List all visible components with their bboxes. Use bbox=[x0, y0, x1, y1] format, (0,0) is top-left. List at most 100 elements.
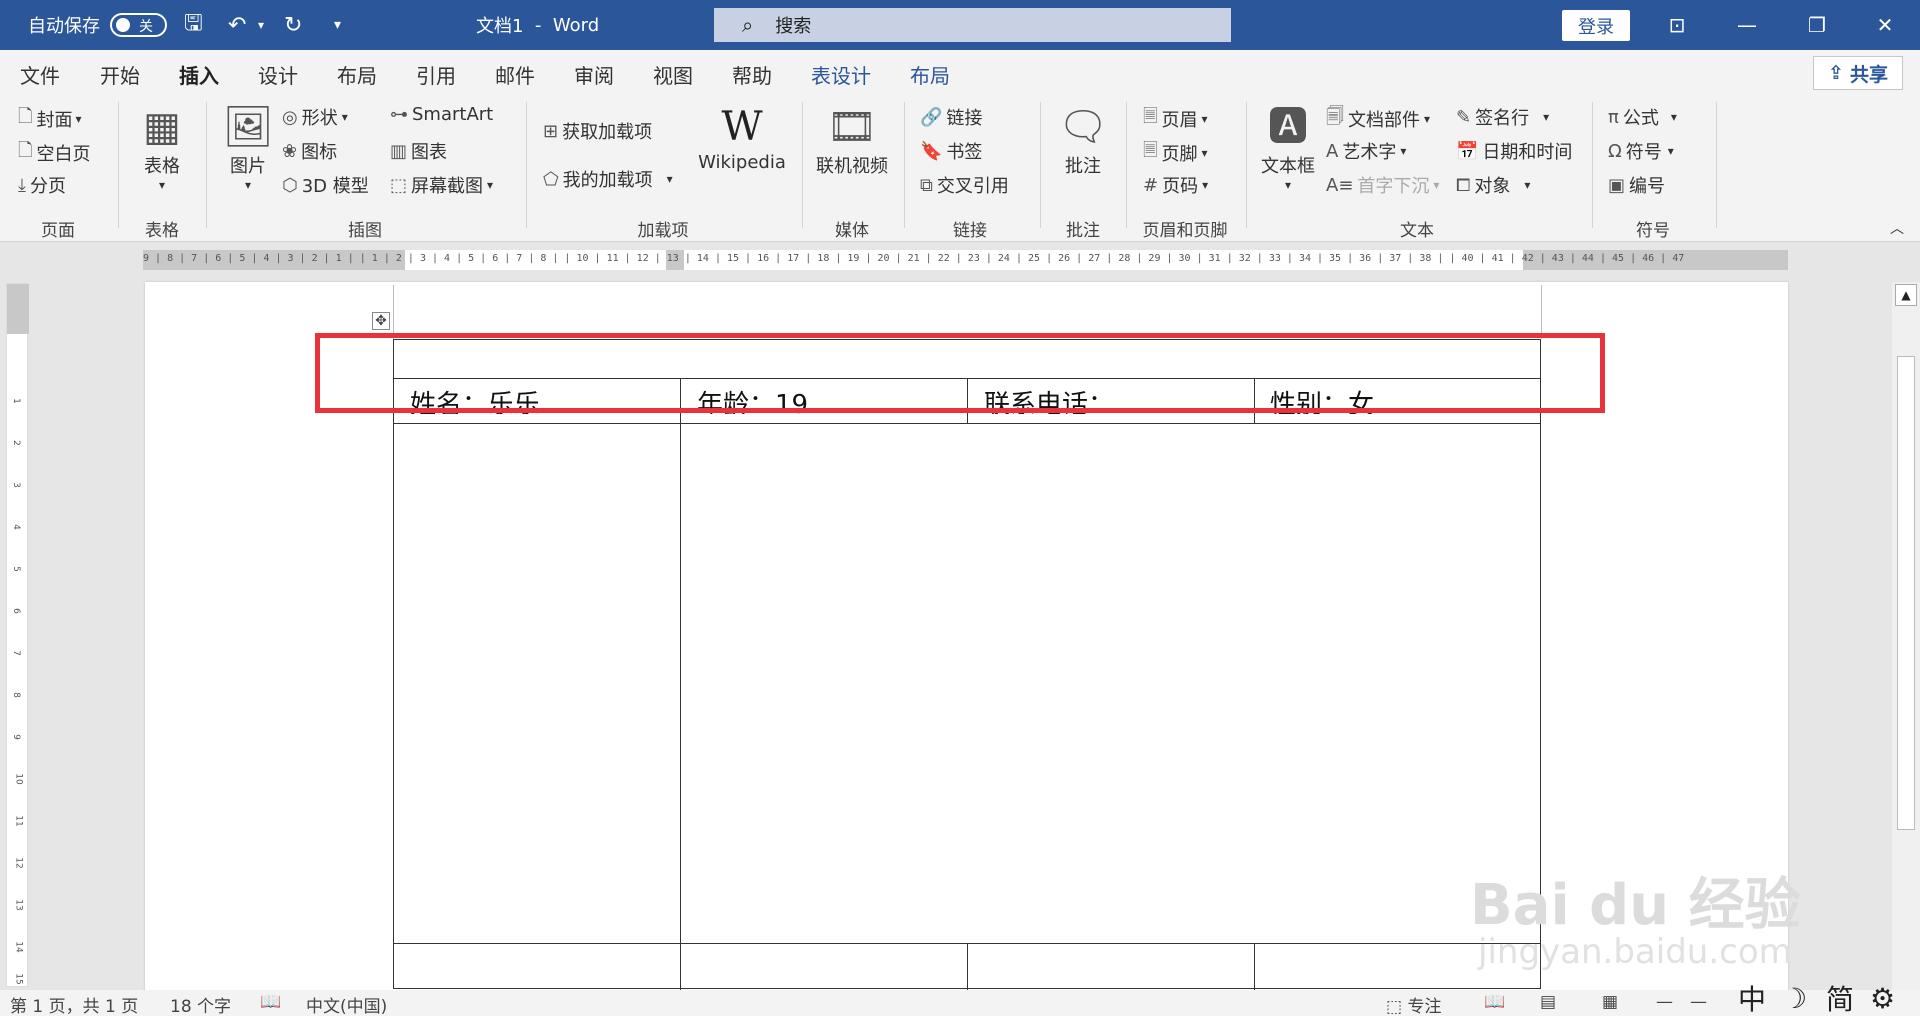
comment-button[interactable]: 🗨 批注 bbox=[1055, 102, 1111, 178]
cross-reference-icon: ⧉ bbox=[920, 174, 933, 196]
signature-line-label: 签名行 bbox=[1475, 108, 1530, 129]
tab-home[interactable]: 开始 bbox=[100, 60, 140, 89]
horizontal-ruler[interactable]: 9 | 8 | 7 | 6 | 5 | 4 | 3 | 2 | 1 | | 1 … bbox=[143, 250, 1788, 270]
restore-icon[interactable]: ❐ bbox=[1782, 0, 1852, 50]
group-tables-label: 表格 bbox=[145, 221, 179, 241]
zoom-out-icon[interactable]: — bbox=[1656, 992, 1673, 1012]
document-table[interactable]: 姓名：乐乐 年龄：19 联系电话： 性别：女 bbox=[393, 339, 1541, 990]
smartart-icon: ⊶ bbox=[390, 104, 408, 125]
collapse-ribbon-icon[interactable]: ︿ bbox=[1890, 218, 1904, 238]
tab-references[interactable]: 引用 bbox=[416, 60, 456, 89]
save-icon[interactable]: 🖫 bbox=[184, 0, 203, 50]
group-media-label: 媒体 bbox=[835, 221, 869, 241]
drop-cap-button[interactable]: A≡ 首字下沉 ▾ bbox=[1326, 172, 1439, 198]
scroll-up-icon[interactable]: ▲ bbox=[1895, 284, 1917, 306]
tab-table-layout[interactable]: 布局 bbox=[910, 60, 950, 89]
cover-page-button[interactable]: 🗋 封面 ▾ bbox=[18, 104, 82, 134]
group-header-footer-label: 页眉和页脚 bbox=[1142, 221, 1228, 241]
page-number-button[interactable]: # 页码 ▾ bbox=[1143, 172, 1208, 198]
group-addins-label: 加载项 bbox=[637, 221, 689, 241]
shapes-button[interactable]: ◎ 形状 ▾ bbox=[282, 104, 348, 130]
textbox-button[interactable]: 🅰 文本框 ▾ bbox=[1258, 102, 1318, 192]
chart-button[interactable]: ▥ 图表 bbox=[390, 138, 447, 164]
tab-view[interactable]: 视图 bbox=[653, 60, 693, 89]
screenshot-button[interactable]: ⬚ 屏幕截图 ▾ bbox=[390, 172, 493, 198]
page-break-button[interactable]: ⤓ 分页 bbox=[18, 172, 66, 198]
moon-icon[interactable]: ☽ bbox=[1782, 980, 1807, 1016]
group-links-label: 链接 bbox=[953, 221, 987, 241]
link-button[interactable]: 🔗 链接 bbox=[920, 104, 982, 130]
tab-mailings[interactable]: 邮件 bbox=[495, 60, 535, 89]
gear-icon[interactable]: ⚙ bbox=[1870, 980, 1895, 1016]
focus-mode-button[interactable]: ⬚ 专注 bbox=[1386, 992, 1441, 1016]
footer-button[interactable]: 🗏 页脚 ▾ bbox=[1143, 138, 1208, 168]
blank-page-button[interactable]: 🗋 空白页 bbox=[18, 138, 90, 168]
undo-dropdown-icon[interactable]: ▾ bbox=[258, 0, 264, 50]
table-move-handle-icon[interactable]: ✥ bbox=[372, 312, 390, 330]
login-button[interactable]: 登录 bbox=[1562, 10, 1630, 41]
ime-simplified[interactable]: 简 bbox=[1826, 980, 1854, 1016]
scrollbar-thumb[interactable] bbox=[1897, 356, 1915, 830]
date-time-button[interactable]: 📅 日期和时间 bbox=[1456, 138, 1572, 164]
object-button[interactable]: ⧠ 对象 ▾ bbox=[1456, 172, 1530, 198]
redo-icon[interactable]: ↻ bbox=[284, 0, 302, 50]
pi-icon: π bbox=[1608, 106, 1619, 128]
ribbon-display-icon[interactable]: ⊡ bbox=[1642, 0, 1712, 50]
read-mode-icon[interactable]: 📖 bbox=[1484, 992, 1505, 1012]
customize-qat-icon[interactable]: ▾ bbox=[334, 0, 341, 50]
vruler-number: 11 bbox=[13, 815, 24, 827]
bookmark-button[interactable]: 🔖 书签 bbox=[920, 138, 982, 164]
quick-parts-button[interactable]: 🗐 文档部件 ▾ bbox=[1326, 104, 1430, 134]
chart-icon: ▥ bbox=[390, 140, 408, 162]
autosave-toggle[interactable]: 关 bbox=[110, 13, 167, 37]
language-status[interactable]: 中文(中国) bbox=[306, 992, 387, 1016]
icons-label: 图标 bbox=[301, 142, 338, 163]
tab-review[interactable]: 审阅 bbox=[574, 60, 614, 89]
icons-button[interactable]: ❀ 图标 bbox=[282, 138, 337, 164]
vruler-number: 9 bbox=[10, 734, 21, 740]
symbol-button[interactable]: Ω 符号 ▾ bbox=[1608, 138, 1674, 164]
zoom-slider[interactable]: — bbox=[1690, 992, 1707, 1012]
smartart-button[interactable]: ⊶ SmartArt bbox=[390, 104, 493, 125]
tab-insert[interactable]: 插入 bbox=[179, 60, 219, 97]
web-layout-icon[interactable]: ▦ bbox=[1602, 992, 1618, 1012]
tab-help[interactable]: 帮助 bbox=[732, 60, 772, 89]
tab-table-design[interactable]: 表设计 bbox=[811, 60, 871, 89]
table-row-border bbox=[394, 423, 1540, 424]
my-addins-label: 我的加载项 bbox=[562, 170, 653, 191]
number-button[interactable]: ▣ 编号 bbox=[1608, 172, 1665, 198]
share-button[interactable]: ⇪ 共享 bbox=[1813, 56, 1903, 90]
online-video-button[interactable]: 🎞 联机视频 bbox=[812, 102, 892, 178]
header-button[interactable]: 🗏 页眉 ▾ bbox=[1143, 104, 1208, 134]
3d-models-button[interactable]: ⬡ 3D 模型 bbox=[282, 172, 369, 198]
tab-file[interactable]: 文件 bbox=[20, 60, 60, 89]
cover-page-icon: 🗋 bbox=[18, 106, 33, 127]
ruler-top-margin bbox=[7, 284, 29, 334]
search-box[interactable]: ⌕ 搜索 bbox=[714, 8, 1231, 42]
page-count[interactable]: 第 1 页，共 1 页 bbox=[10, 992, 138, 1016]
cube-icon: ⬡ bbox=[282, 174, 298, 196]
table-button[interactable]: ▦ 表格 ▾ bbox=[135, 102, 189, 192]
table-icon: ▦ bbox=[143, 104, 181, 150]
group-separator bbox=[1716, 102, 1717, 228]
proofing-icon[interactable]: 📖 bbox=[260, 992, 281, 1012]
equation-button[interactable]: π 公式 ▾ bbox=[1608, 104, 1677, 130]
wordart-button[interactable]: A 艺术字 ▾ bbox=[1326, 138, 1406, 164]
print-layout-icon[interactable]: ▤ bbox=[1540, 992, 1556, 1012]
close-icon[interactable]: ✕ bbox=[1850, 0, 1920, 50]
ime-mode[interactable]: 中 bbox=[1738, 980, 1766, 1016]
tab-layout[interactable]: 布局 bbox=[337, 60, 377, 89]
cross-reference-button[interactable]: ⧉ 交叉引用 bbox=[920, 172, 1009, 198]
vruler-number: 12 bbox=[13, 857, 24, 869]
my-addins-button[interactable]: ⬠ 我的加载项 ▾ bbox=[543, 166, 673, 192]
undo-icon[interactable]: ↶ bbox=[228, 0, 246, 50]
get-addins-button[interactable]: ⊞ 获取加载项 bbox=[543, 118, 652, 144]
signature-line-button[interactable]: ✎ 签名行 ▾ bbox=[1456, 104, 1549, 130]
picture-button[interactable]: 🖼 图片 ▾ bbox=[222, 102, 274, 192]
minimize-icon[interactable]: — bbox=[1712, 0, 1782, 50]
vertical-ruler[interactable]: 1 2 3 4 5 6 7 8 9 10 11 12 13 14 15 bbox=[6, 283, 29, 987]
word-count[interactable]: 18 个字 bbox=[170, 992, 231, 1016]
vertical-scrollbar[interactable]: ▲ bbox=[1892, 282, 1920, 992]
tab-design[interactable]: 设计 bbox=[258, 60, 298, 89]
wikipedia-button[interactable]: W Wikipedia bbox=[694, 102, 790, 173]
